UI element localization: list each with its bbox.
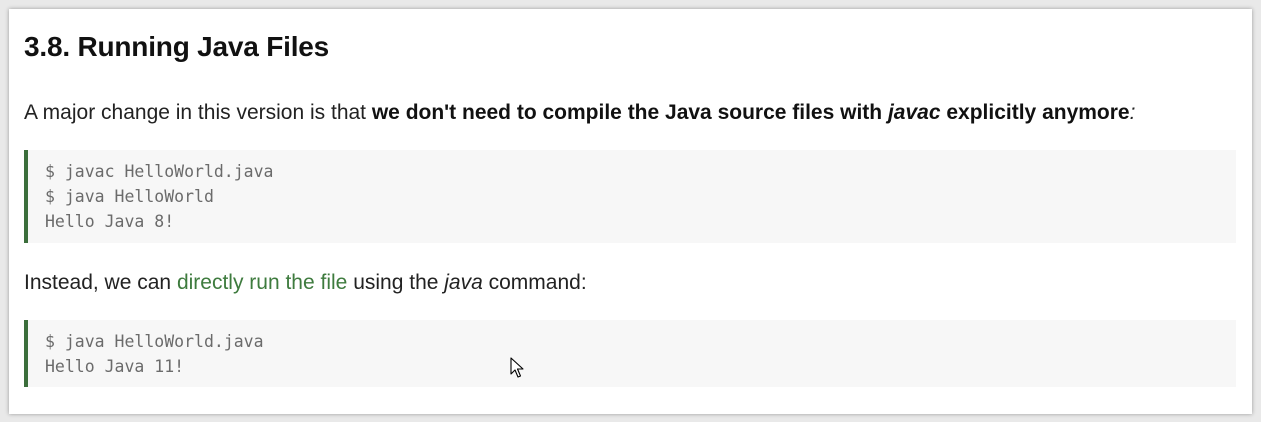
directly-run-file-link[interactable]: directly run the file xyxy=(177,271,347,294)
section-heading: 3.8. Running Java Files xyxy=(24,31,330,62)
code-line: Hello Java 11! xyxy=(45,357,185,376)
intro-bold-text: we don't need to compile the Java source… xyxy=(372,101,1130,124)
intro-bold-start: we don't need to compile the Java source… xyxy=(371,101,888,124)
code-block-run[interactable]: $ java HelloWorld.java Hello Java 11! xyxy=(24,320,1236,387)
intro-colon: : xyxy=(1129,101,1136,124)
instead-end-text: command: xyxy=(482,271,587,294)
instead-paragraph: Instead, we can directly run the file us… xyxy=(24,269,1236,297)
code-line: Hello Java 8! xyxy=(45,212,175,231)
code-line: $ java HelloWorld xyxy=(45,187,214,206)
instead-middle-text: using the xyxy=(347,271,445,294)
article-section: 3.8. Running Java Files A major change i… xyxy=(9,9,1252,414)
intro-paragraph: A major change in this version is that w… xyxy=(24,99,1236,127)
intro-bold-end: explicitly anymore xyxy=(940,101,1130,124)
javac-term: javac xyxy=(887,101,941,124)
intro-text: A major change in this version is that xyxy=(24,101,372,124)
code-line: $ java HelloWorld.java xyxy=(45,332,264,351)
java-term: java xyxy=(444,271,483,294)
code-block-compile[interactable]: $ javac HelloWorld.java $ java HelloWorld… xyxy=(24,150,1236,243)
code-line: $ javac HelloWorld.java xyxy=(45,162,274,181)
mouse-pointer-icon xyxy=(510,357,524,378)
instead-text: Instead, we can xyxy=(24,271,177,294)
